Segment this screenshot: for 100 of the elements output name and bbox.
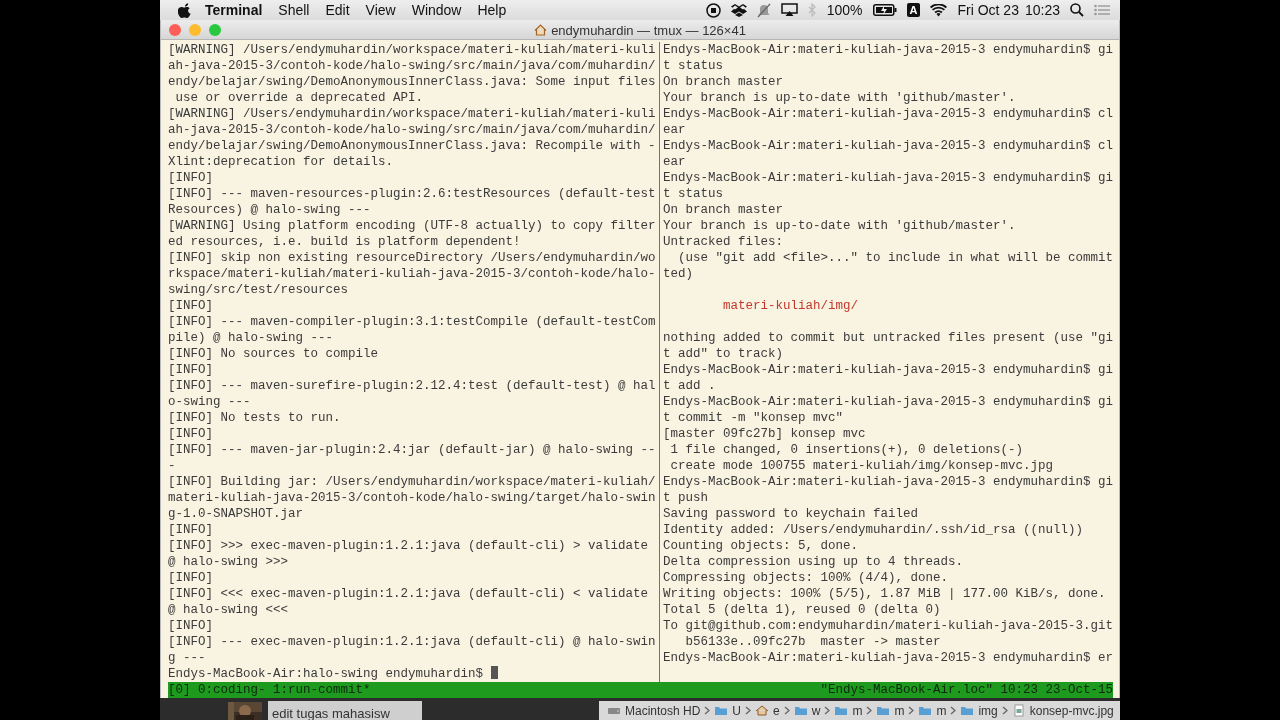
terminal-line: Your branch is up-to-date with 'github/master'.	[663, 219, 1016, 233]
terminal-line: t push	[663, 491, 708, 505]
house-icon	[755, 704, 770, 717]
home-icon	[534, 24, 548, 36]
muted-bell-icon[interactable]	[756, 2, 771, 18]
terminal-line: [INFO] --- maven-surefire-plugin:2.12.4:test (default-test) @ hal	[168, 379, 656, 393]
airplay-icon[interactable]	[780, 3, 798, 17]
terminal-line: ah-java-2015-3/contoh-kode/halo-swing/src/main/java/com/muhardin/	[168, 123, 656, 137]
terminal-line: [INFO]	[168, 299, 213, 313]
chevron-icon	[783, 706, 790, 715]
folder-icon	[714, 704, 729, 717]
terminal-line: use or override a deprecated API.	[174, 91, 424, 105]
menu-item[interactable]: Help	[469, 2, 515, 18]
terminal-line: 1 file changed, 0 insertions(+), 0 deletions(-)	[669, 443, 1024, 457]
menu-item[interactable]: Window	[403, 2, 470, 18]
path-item[interactable]: e	[773, 703, 780, 718]
menu-item[interactable]: Shell	[270, 2, 318, 18]
input-source-badge[interactable]: A	[906, 3, 921, 17]
path-item[interactable]: m	[894, 703, 905, 718]
terminal-line: Saving password to keychain failed	[663, 507, 919, 521]
folder-icon	[834, 704, 849, 717]
terminal-line: [INFO] No sources to compile	[168, 347, 379, 361]
terminal-line: [INFO]	[168, 523, 213, 537]
menu-clock[interactable]: 10:23	[1024, 2, 1060, 18]
terminal-line: [INFO] <<< exec-maven-plugin:1.2.1:java (default-cli) < validate	[168, 587, 649, 601]
terminal-line: [master 09fc27b] konsep mvc	[663, 427, 866, 441]
terminal-line: Endys-MacBook-Air:halo-swing endymuhardin$	[168, 667, 484, 681]
terminal-line: Endys-MacBook-Air:materi-kuliah-java-2015-3 endymuhardin$ cl	[663, 107, 1113, 121]
apple-icon[interactable]	[178, 2, 191, 18]
terminal-line: ah-java-2015-3/contoh-kode/halo-swing/src/main/java/com/muhardin/	[168, 59, 656, 73]
terminal-line: -	[168, 459, 176, 473]
path-item[interactable]: m	[852, 703, 863, 718]
terminal-line: t add" to track)	[663, 347, 784, 361]
window-title: endymuhardin — tmux — 126×41	[551, 22, 746, 38]
terminal-line: [INFO]	[168, 171, 213, 185]
terminal-line: g-1.0-SNAPSHOT.jar	[168, 507, 304, 521]
chevron-icon	[1001, 706, 1008, 715]
terminal-line: Delta compression using up to 4 threads.	[663, 555, 964, 569]
dropbox-icon[interactable]	[730, 3, 747, 17]
terminal-line: Counting objects: 5, done.	[663, 539, 859, 553]
untracked-path: materi-kuliah/img/	[722, 299, 859, 313]
terminal-line: t status	[663, 59, 723, 73]
app-menu[interactable]: Terminal	[197, 2, 271, 18]
folder-icon	[793, 704, 808, 717]
menu-date[interactable]: Fri Oct 23	[957, 2, 1019, 18]
menu-item[interactable]: View	[357, 2, 404, 18]
terminal-line: [INFO]	[168, 427, 213, 441]
terminal-line: endy/belajar/swing/DemoAnonymousInnerClass.java: Recompile with -	[168, 139, 656, 153]
path-item[interactable]: konsep-mvc.jpg	[1029, 703, 1114, 718]
terminal-line: Compressing objects: 100% (4/4), done.	[663, 571, 949, 585]
terminal-line: [INFO] Building jar: /Users/endymuhardin/workspace/materi-kuliah/	[168, 475, 656, 489]
terminal-line: Endys-MacBook-Air:materi-kuliah-java-2015-3 endymuhardin$ gi	[663, 395, 1113, 409]
file-icon	[1011, 704, 1026, 717]
terminal-line: [INFO] No tests to run.	[168, 411, 341, 425]
terminal-line: ear	[663, 155, 686, 169]
search-icon[interactable]	[1070, 3, 1084, 17]
terminal-line: [INFO]	[168, 619, 213, 633]
terminal-line: @ halo-swing <<<	[168, 603, 289, 617]
chevron-icon	[704, 706, 711, 715]
path-item[interactable]: img	[978, 703, 998, 718]
terminal-line: @ halo-swing >>>	[168, 555, 289, 569]
terminal-line: t status	[663, 187, 723, 201]
terminal-line: Resources) @ halo-swing ---	[168, 203, 371, 217]
terminal-line: Your branch is up-to-date with 'github/master'.	[663, 91, 1016, 105]
terminal-line: Endys-MacBook-Air:materi-kuliah-java-2015-3 endymuhardin$ er	[663, 651, 1113, 665]
terminal-line: ted)	[663, 267, 693, 281]
battery-icon[interactable]	[872, 4, 897, 16]
terminal-line: [WARNING] /Users/endymuhardin/workspace/materi-kuliah/materi-kuli	[168, 43, 656, 57]
chevron-icon	[908, 706, 915, 715]
terminal-line: Total 5 (delta 1), reused 0 (delta 0)	[663, 603, 941, 617]
terminal-line: Endys-MacBook-Air:materi-kuliah-java-2015-3 endymuhardin$ cl	[663, 139, 1113, 153]
path-item[interactable]: w	[811, 703, 821, 718]
terminal-line: b56133e..09fc27b master -> master	[684, 635, 941, 649]
record-icon[interactable]	[705, 2, 721, 18]
terminal-line: endy/belajar/swing/DemoAnonymousInnerClass.java: Some input files	[168, 75, 656, 89]
terminal-line: Writing objects: 100% (5/5), 1.87 MiB | 177.00 KiB/s, done.	[663, 587, 1106, 601]
terminal-line: [INFO] --- maven-compiler-plugin:3.1:testCompile (default-testCom	[168, 315, 656, 329]
terminal-line: Xlint:deprecation for details.	[168, 155, 394, 169]
terminal-line: t add .	[663, 379, 716, 393]
terminal-line: On branch master	[663, 75, 784, 89]
folder-icon	[960, 704, 975, 717]
path-item[interactable]: Macintosh HD	[625, 703, 701, 718]
folder-icon	[876, 704, 891, 717]
menu-item[interactable]: Edit	[317, 2, 358, 18]
tmux-window-list: [0] 0:coding- 1:run-commit*	[168, 682, 371, 698]
terminal-line: [WARNING] /Users/endymuhardin/workspace/materi-kuliah/materi-kuli	[168, 107, 656, 121]
terminal-line: To git@github.com:endymuhardin/materi-kuliah-java-2015-3.git	[663, 619, 1113, 633]
terminal-line: On branch master	[663, 203, 784, 217]
terminal-line: o-swing ---	[168, 395, 251, 409]
terminal-line: materi-kuliah-java-2015-3/contoh-kode/halo-swing/target/halo-swin	[168, 491, 656, 505]
terminal-line: [INFO] >>> exec-maven-plugin:1.2.1:java (default-cli) > validate	[168, 539, 649, 553]
tmux-host-clock: "Endys-MacBook-Air.loc" 10:23 23-Oct-15	[820, 682, 1113, 698]
wifi-icon[interactable]	[930, 3, 948, 17]
terminal-line: Untracked files:	[663, 235, 784, 249]
terminal-line: [INFO] skip non existing resourceDirectory /Users/endymuhardin/wo	[168, 251, 656, 265]
terminal-line: pile) @ halo-swing ---	[168, 331, 334, 345]
terminal-line: Endys-MacBook-Air:materi-kuliah-java-2015-3 endymuhardin$ gi	[663, 171, 1113, 185]
folder-icon	[918, 704, 933, 717]
path-item[interactable]: U	[732, 703, 742, 718]
path-item[interactable]: m	[936, 703, 947, 718]
